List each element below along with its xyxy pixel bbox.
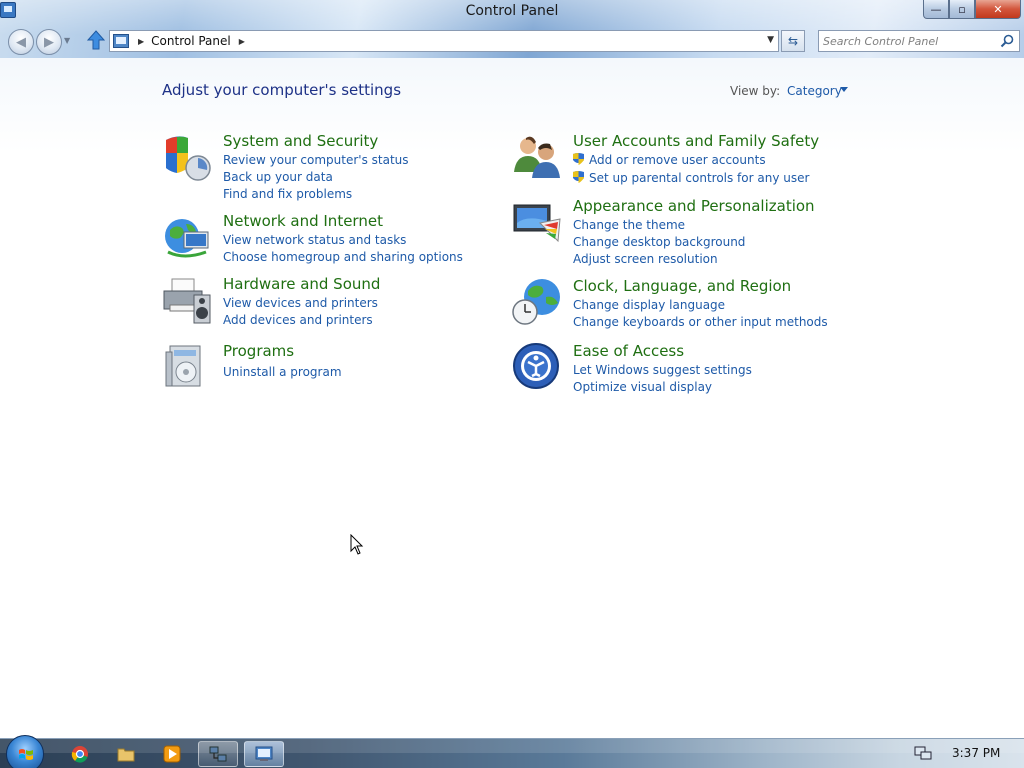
- media-player-icon: [163, 745, 181, 763]
- control-panel-icon: [113, 34, 129, 48]
- category-title[interactable]: Ease of Access: [573, 342, 684, 360]
- up-arrow-button[interactable]: [86, 30, 106, 52]
- category-hardware-sound: Hardware and Sound View devices and prin…: [162, 275, 482, 327]
- view-by-label: View by:: [730, 84, 781, 98]
- category-clock-language-region: Clock, Language, and Region Change displ…: [512, 277, 852, 329]
- breadcrumb-separator-icon[interactable]: ▶: [239, 37, 245, 46]
- refresh-button[interactable]: ⇆: [781, 30, 805, 52]
- clock-globe-icon[interactable]: [512, 277, 562, 327]
- network-tray-icon[interactable]: [914, 745, 932, 761]
- link-review-status[interactable]: Review your computer's status: [223, 153, 409, 167]
- search-input[interactable]: [823, 32, 999, 50]
- link-optimize-visual-display[interactable]: Optimize visual display: [573, 380, 712, 394]
- recent-pages-dropdown[interactable]: ▼: [64, 36, 70, 45]
- category-title[interactable]: Appearance and Personalization: [573, 197, 815, 215]
- link-change-theme[interactable]: Change the theme: [573, 218, 685, 232]
- explorer-folder-icon: [117, 748, 135, 762]
- link-adjust-screen-resolution[interactable]: Adjust screen resolution: [573, 252, 718, 266]
- taskbar-network-app[interactable]: [198, 741, 238, 767]
- minimize-button[interactable]: —: [923, 0, 949, 19]
- uac-shield-icon: [573, 171, 584, 183]
- category-title[interactable]: System and Security: [223, 132, 378, 150]
- breadcrumb-item-control-panel[interactable]: Control Panel: [151, 34, 231, 48]
- link-network-status[interactable]: View network status and tasks: [223, 233, 406, 247]
- globe-network-icon[interactable]: [162, 212, 212, 262]
- link-add-remove-user-accounts[interactable]: Add or remove user accounts: [589, 153, 766, 167]
- control-panel-icon: [255, 746, 273, 761]
- windows-logo-icon: [19, 749, 33, 760]
- arrow-right-icon: ▶: [44, 34, 54, 50]
- window-controls: — ▫ ✕: [923, 0, 1021, 20]
- window-title: Control Panel: [465, 3, 559, 19]
- back-button[interactable]: ◀: [8, 29, 34, 55]
- category-programs: Programs Uninstall a program: [162, 342, 482, 392]
- ease-of-access-icon[interactable]: [512, 342, 562, 392]
- maximize-button[interactable]: ▫: [949, 0, 975, 19]
- link-parental-controls[interactable]: Set up parental controls for any user: [589, 171, 809, 185]
- uac-shield-icon: [573, 153, 584, 165]
- taskbar: [0, 735, 1024, 768]
- forward-button[interactable]: ▶: [36, 29, 62, 55]
- taskbar-chrome[interactable]: [60, 741, 100, 767]
- taskbar-media-player[interactable]: [152, 741, 192, 767]
- network-app-icon: [209, 746, 227, 762]
- link-change-keyboards[interactable]: Change keyboards or other input methods: [573, 315, 828, 329]
- link-add-devices-printers[interactable]: Add devices and printers: [223, 313, 373, 327]
- programs-icon[interactable]: [162, 342, 212, 392]
- chrome-icon: [71, 746, 88, 763]
- address-history-dropdown[interactable]: ▼: [767, 35, 774, 45]
- monitor-palette-icon[interactable]: [512, 197, 562, 247]
- start-button[interactable]: [6, 735, 44, 768]
- address-bar[interactable]: ▶ Control Panel ▶ ▼: [109, 30, 779, 52]
- arrow-left-icon: ◀: [16, 34, 26, 50]
- category-title[interactable]: User Accounts and Family Safety: [573, 132, 819, 150]
- category-user-accounts: User Accounts and Family Safety Add or r…: [512, 132, 852, 185]
- view-by-dropdown[interactable]: Category: [787, 84, 842, 98]
- arrow-up-icon: [86, 30, 106, 50]
- category-title[interactable]: Programs: [223, 342, 294, 360]
- link-homegroup-sharing[interactable]: Choose homegroup and sharing options: [223, 250, 463, 264]
- category-system-security: System and Security Review your computer…: [162, 132, 482, 202]
- search-box[interactable]: [818, 30, 1020, 52]
- category-title[interactable]: Network and Internet: [223, 212, 383, 230]
- link-windows-suggest-settings[interactable]: Let Windows suggest settings: [573, 363, 752, 377]
- taskbar-clock[interactable]: 3:37 PM: [952, 746, 1000, 760]
- taskbar-control-panel[interactable]: [244, 741, 284, 767]
- link-change-display-language[interactable]: Change display language: [573, 298, 725, 312]
- page-title: Adjust your computer's settings: [162, 81, 402, 99]
- control-panel-content: Adjust your computer's settings View by:…: [0, 58, 1024, 738]
- category-appearance: Appearance and Personalization Change th…: [512, 197, 852, 267]
- printer-speaker-icon[interactable]: [162, 275, 212, 325]
- taskbar-explorer[interactable]: [106, 741, 146, 767]
- link-uninstall-program[interactable]: Uninstall a program: [223, 365, 342, 379]
- breadcrumb-separator-icon[interactable]: ▶: [138, 37, 144, 46]
- close-button[interactable]: ✕: [975, 0, 1021, 19]
- link-view-devices-printers[interactable]: View devices and printers: [223, 296, 378, 310]
- users-icon[interactable]: [512, 132, 562, 182]
- category-ease-of-access: Ease of Access Let Windows suggest setti…: [512, 342, 852, 394]
- refresh-icon: ⇆: [787, 34, 799, 48]
- shield-icon[interactable]: [162, 132, 212, 182]
- chevron-down-icon[interactable]: [840, 87, 848, 92]
- search-icon[interactable]: [1000, 34, 1014, 48]
- category-title[interactable]: Clock, Language, and Region: [573, 277, 791, 295]
- mouse-pointer-icon: [350, 534, 364, 555]
- category-title[interactable]: Hardware and Sound: [223, 275, 380, 293]
- link-change-desktop-background[interactable]: Change desktop background: [573, 235, 745, 249]
- link-back-up-data[interactable]: Back up your data: [223, 170, 333, 184]
- category-network-internet: Network and Internet View network status…: [162, 212, 482, 264]
- link-find-fix-problems[interactable]: Find and fix problems: [223, 187, 352, 201]
